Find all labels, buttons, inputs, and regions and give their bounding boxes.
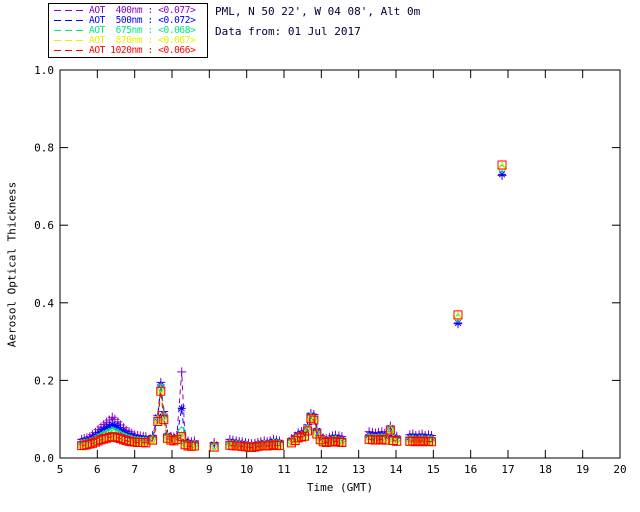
y-tick-label: 1.0 — [34, 64, 54, 77]
x-tick-label: 13 — [352, 463, 365, 476]
x-tick-label: 6 — [94, 463, 101, 476]
series-markers-500nm — [77, 170, 507, 450]
axes-box — [59, 69, 621, 459]
x-tick-label: 11 — [277, 463, 290, 476]
y-axis-label: Aerosol Optical Thickness — [5, 181, 19, 348]
plot-area: 5 6 7 8 9 10 11 12 13 14 15 16 17 18 19 20 0.0 0.2 0.4 0.6 0… — [34, 64, 627, 494]
y-tick-label: 0.8 — [34, 142, 54, 155]
legend-item-1020nm: AOT 1020nm : <0.066> — [49, 45, 207, 57]
x-tick-label: 18 — [539, 463, 552, 476]
dashed-line-swatch-870nm — [54, 40, 84, 42]
y-tick-label: 0.2 — [34, 374, 54, 387]
x-tick-label: 7 — [131, 463, 138, 476]
series-markers-870nm — [76, 161, 507, 451]
x-tick-label: 19 — [576, 463, 589, 476]
x-tick-label: 16 — [464, 463, 477, 476]
series-markers-675nm — [76, 164, 507, 452]
x-axis-label: Time (GMT) — [307, 481, 373, 494]
x-tick-label: 14 — [389, 463, 403, 476]
dashed-line-swatch-400nm — [54, 9, 84, 11]
series-markers-1020nm — [77, 160, 507, 453]
legend-item-675nm: AOT 675nm : <0.068> — [49, 25, 207, 36]
x-tick-label: 9 — [206, 463, 213, 476]
legend-item-500nm: AOT 500nm : <0.072> — [49, 15, 207, 26]
legend-box: AOT 400nm : <0.077> AOT 500nm : <0.072> … — [48, 3, 208, 58]
dashed-line-swatch-1020nm — [54, 50, 84, 52]
y-tick-label: 0.6 — [34, 219, 54, 232]
x-tick-label: 20 — [613, 463, 626, 476]
x-tick-label: 8 — [169, 463, 176, 476]
y-tick-label: 0.4 — [34, 297, 54, 310]
date-subtitle: Data from: 01 Jul 2017 — [215, 25, 361, 38]
x-tick-label: 15 — [427, 463, 440, 476]
y-tick-label: 0.0 — [34, 452, 54, 465]
x-tick-label: 12 — [315, 463, 328, 476]
dashed-line-swatch-500nm — [54, 19, 84, 21]
x-tick-label: 5 — [57, 463, 64, 476]
legend-item-400nm: AOT 400nm : <0.077> — [49, 5, 207, 16]
page-title: PML, N 50 22', W 04 08', Alt 0m — [215, 5, 421, 18]
legend-label-1020nm: AOT 1020nm : <0.066> — [89, 45, 196, 57]
legend-item-870nm: AOT 870nm : <0.067> — [49, 35, 207, 46]
dashed-line-swatch-675nm — [54, 29, 84, 31]
series-markers-400nm — [77, 171, 507, 449]
x-tick-label: 17 — [501, 463, 514, 476]
x-tick-label: 10 — [240, 463, 253, 476]
aot-plot-window: 5 6 7 8 9 10 11 12 13 14 15 16 17 18 19 20 0.0 0.2 0.4 0.6 0… — [0, 0, 640, 512]
